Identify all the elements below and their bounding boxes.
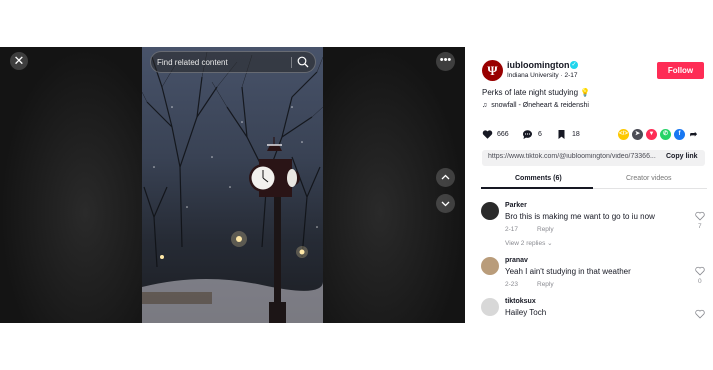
like-count: 666 (497, 131, 509, 138)
comment-heart-icon[interactable] (695, 309, 705, 319)
video-caption: Perks of late night studying 💡 (482, 88, 591, 97)
tiktok-video-page: ✕ ••• Ψ iubloomington ✓ (0, 0, 713, 370)
reply-button[interactable]: Reply (537, 226, 554, 233)
author-subline: Indiana University · 2-17 (507, 72, 577, 79)
next-video-button[interactable] (436, 194, 455, 213)
more-options-button[interactable]: ••• (436, 52, 455, 71)
search-divider (291, 57, 292, 68)
share-arrow-icon[interactable]: ➦ (688, 129, 699, 140)
tab-creator-videos[interactable]: Creator videos (626, 175, 672, 182)
author-avatar[interactable]: Ψ (482, 60, 503, 81)
video-viewer: ✕ ••• (0, 47, 465, 323)
comment-like-count: 0 (698, 278, 702, 285)
send-icon[interactable]: ➤ (632, 129, 643, 140)
comment-heart-icon[interactable] (695, 211, 705, 221)
music-note-icon: ♫ (482, 102, 488, 109)
verified-badge-icon: ✓ (570, 61, 578, 69)
video-url[interactable]: https://www.tiktok.com/@iubloomington/vi… (488, 153, 656, 160)
save-count: 18 (572, 131, 580, 138)
comment-heart-icon[interactable] (695, 266, 705, 276)
blurred-background-left (0, 47, 142, 323)
music-link[interactable]: ♫ snowfall - Øneheart & reidenshi (482, 102, 589, 109)
author-username[interactable]: iubloomington (507, 60, 569, 70)
close-icon: ✕ (13, 53, 25, 68)
video-frame-image (142, 51, 323, 323)
comment-item: tiktoksux Hailey Toch (481, 298, 707, 323)
comment-item: Parker Bro this is making me want to go … (481, 202, 707, 248)
comment-like-count: 7 (698, 223, 702, 230)
whatsapp-icon[interactable]: ✆ (660, 129, 671, 140)
more-horizontal-icon: ••• (439, 54, 452, 66)
commenter-avatar[interactable] (481, 298, 499, 316)
commenter-avatar[interactable] (481, 257, 499, 275)
comment-date: 2-23 (505, 281, 519, 288)
music-title: snowfall - Øneheart & reidenshi (491, 102, 589, 109)
search-input[interactable] (157, 55, 287, 70)
comment-item: pranav Yeah I ain't studying in that wea… (481, 257, 707, 291)
close-button[interactable]: ✕ (10, 52, 28, 70)
repost-icon[interactable]: ▼ (646, 129, 657, 140)
tab-comments[interactable]: Comments (6) (515, 175, 562, 182)
post-date: 2-17 (564, 72, 578, 79)
reply-button[interactable]: Reply (537, 281, 554, 288)
active-tab-indicator (481, 187, 593, 189)
search-icon[interactable] (297, 56, 309, 68)
facebook-icon[interactable]: f (674, 129, 685, 140)
follow-button[interactable]: Follow (657, 62, 704, 79)
video-link-box: https://www.tiktok.com/@iubloomington/vi… (482, 150, 705, 166)
commenter-avatar[interactable] (481, 202, 499, 220)
commenter-username[interactable]: pranav (505, 257, 528, 264)
comment-text: Yeah I ain't studying in that weather (505, 267, 631, 276)
commenter-username[interactable]: Parker (505, 202, 527, 209)
comment-date: 2-17 (505, 226, 519, 233)
bookmark-icon[interactable] (556, 129, 567, 140)
view-replies-button[interactable]: View 2 replies ⌄ (505, 239, 553, 247)
find-related-content-search[interactable] (150, 51, 316, 73)
comment-text: Bro this is making me want to go to iu n… (505, 212, 655, 221)
comment-icon[interactable] (522, 129, 533, 140)
video-player[interactable] (142, 47, 323, 323)
previous-video-button[interactable] (436, 168, 455, 187)
comment-count: 6 (538, 131, 542, 138)
chevron-up-icon (441, 174, 450, 180)
commenter-username[interactable]: tiktoksux (505, 298, 536, 305)
chevron-down-icon (441, 201, 450, 207)
author-display-name: Indiana University (507, 72, 559, 79)
heart-icon[interactable] (482, 129, 493, 140)
video-details-panel: Ψ iubloomington ✓ Indiana University · 2… (465, 47, 713, 323)
embed-icon[interactable]: </> (618, 129, 629, 140)
panel-tabs: Comments (6) Creator videos (481, 172, 707, 189)
comment-text: Hailey Toch (505, 308, 547, 317)
copy-link-button[interactable]: Copy link (666, 153, 698, 160)
